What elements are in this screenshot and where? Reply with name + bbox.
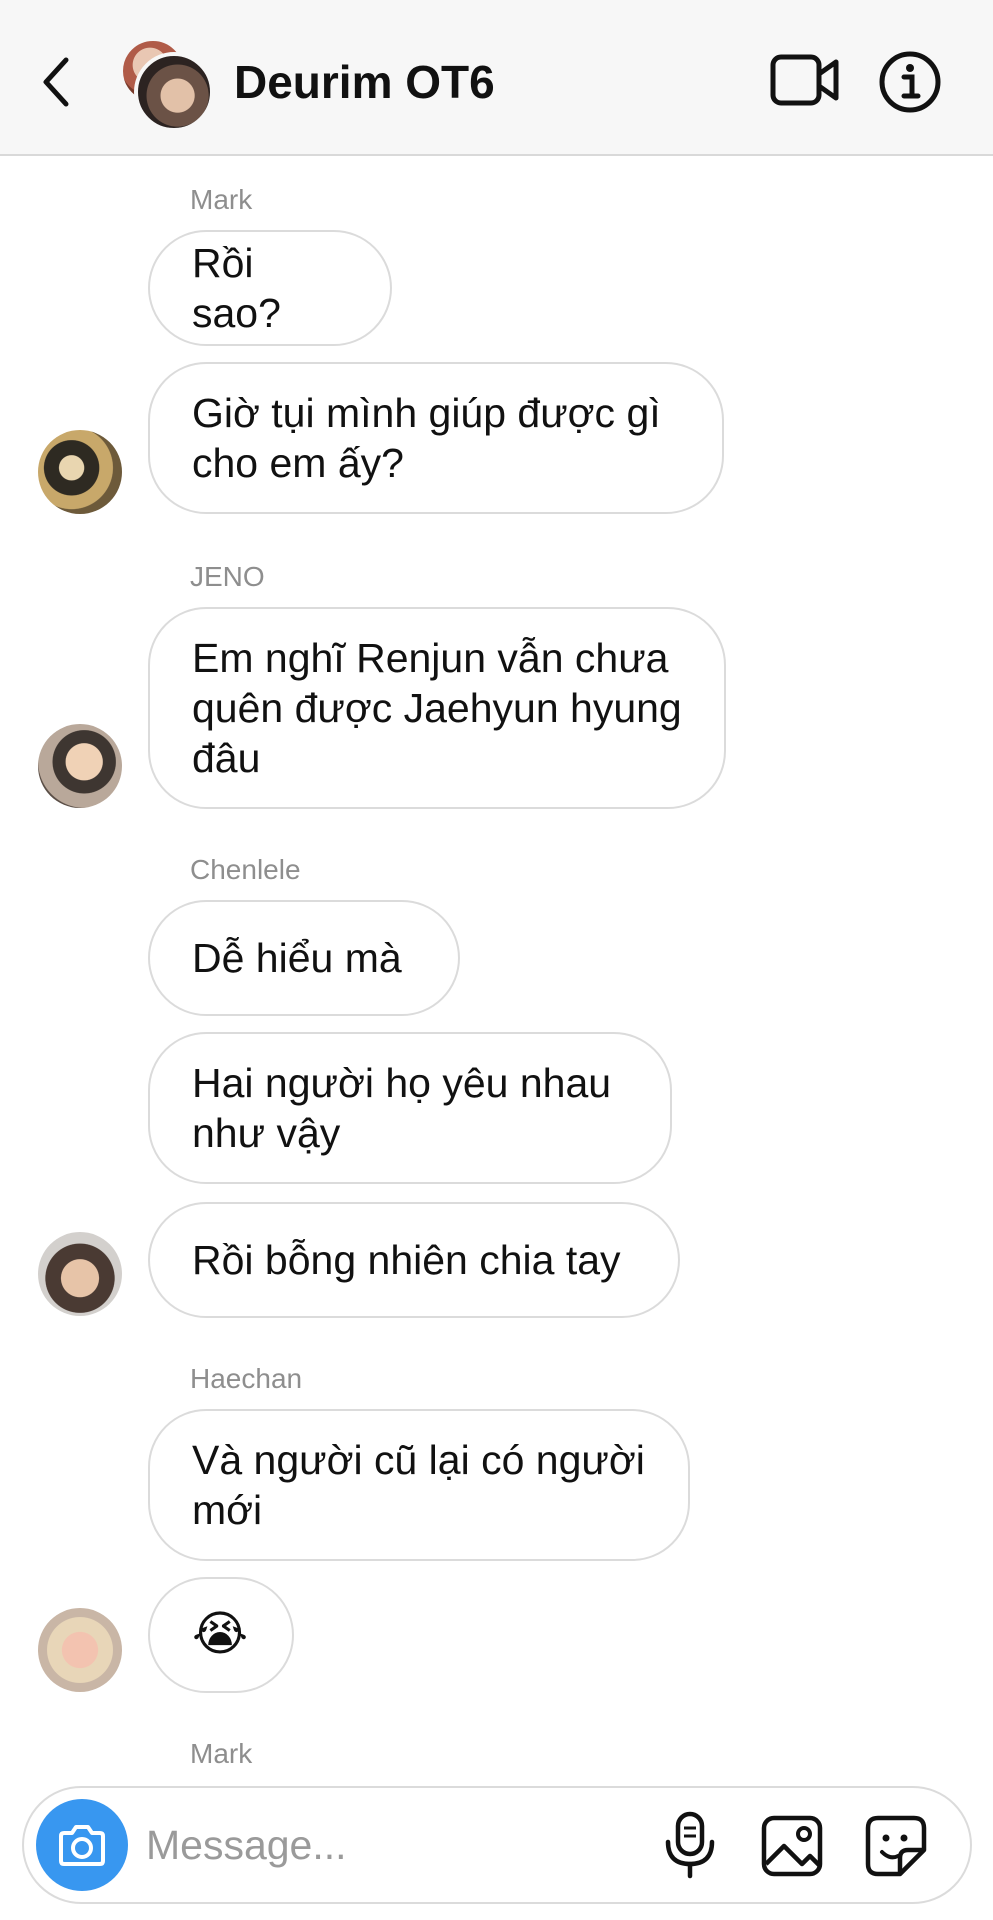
avatar[interactable] bbox=[38, 724, 122, 808]
sender-name: Mark bbox=[190, 1738, 253, 1769]
emoji-bubble[interactable]: 😭 bbox=[148, 1577, 294, 1693]
avatar[interactable] bbox=[38, 430, 122, 514]
avatar[interactable] bbox=[38, 1608, 122, 1692]
sender-name: JENO bbox=[190, 561, 265, 592]
message-bubble[interactable]: Và người cũ lại có người mới bbox=[148, 1409, 690, 1561]
avatar[interactable] bbox=[38, 1232, 122, 1316]
chat-header: Deurim OT6 bbox=[0, 0, 993, 156]
chevron-left-icon[interactable] bbox=[36, 46, 96, 116]
message-bubble[interactable]: Rồi sao? bbox=[148, 230, 392, 346]
sticker-icon[interactable] bbox=[864, 1814, 928, 1878]
chat-title[interactable]: Deurim OT6 bbox=[234, 52, 495, 112]
message-bubble[interactable]: Rồi bỗng nhiên chia tay bbox=[148, 1202, 680, 1318]
message-bubble[interactable]: Dễ hiểu mà bbox=[148, 900, 460, 1016]
message-bubble[interactable]: Em nghĩ Renjun vẫn chưa quên được Jaehyu… bbox=[148, 607, 726, 809]
group-avatar-front[interactable] bbox=[134, 52, 214, 132]
message-composer bbox=[22, 1786, 972, 1904]
video-camera-icon[interactable] bbox=[770, 52, 840, 110]
sender-name: Mark bbox=[190, 184, 253, 215]
image-icon[interactable] bbox=[760, 1814, 824, 1878]
message-bubble[interactable]: Hai người họ yêu nhau như vậy bbox=[148, 1032, 672, 1184]
sender-name: Haechan bbox=[190, 1363, 303, 1394]
sender-name: Chenlele bbox=[190, 854, 301, 885]
camera-button[interactable] bbox=[36, 1799, 128, 1891]
camera-icon bbox=[59, 1825, 105, 1866]
message-bubble[interactable]: Giờ tụi mình giúp được gì cho em ấy? bbox=[148, 362, 724, 514]
info-icon[interactable] bbox=[878, 50, 942, 114]
microphone-icon[interactable] bbox=[662, 1810, 718, 1880]
message-input[interactable] bbox=[144, 1808, 528, 1882]
